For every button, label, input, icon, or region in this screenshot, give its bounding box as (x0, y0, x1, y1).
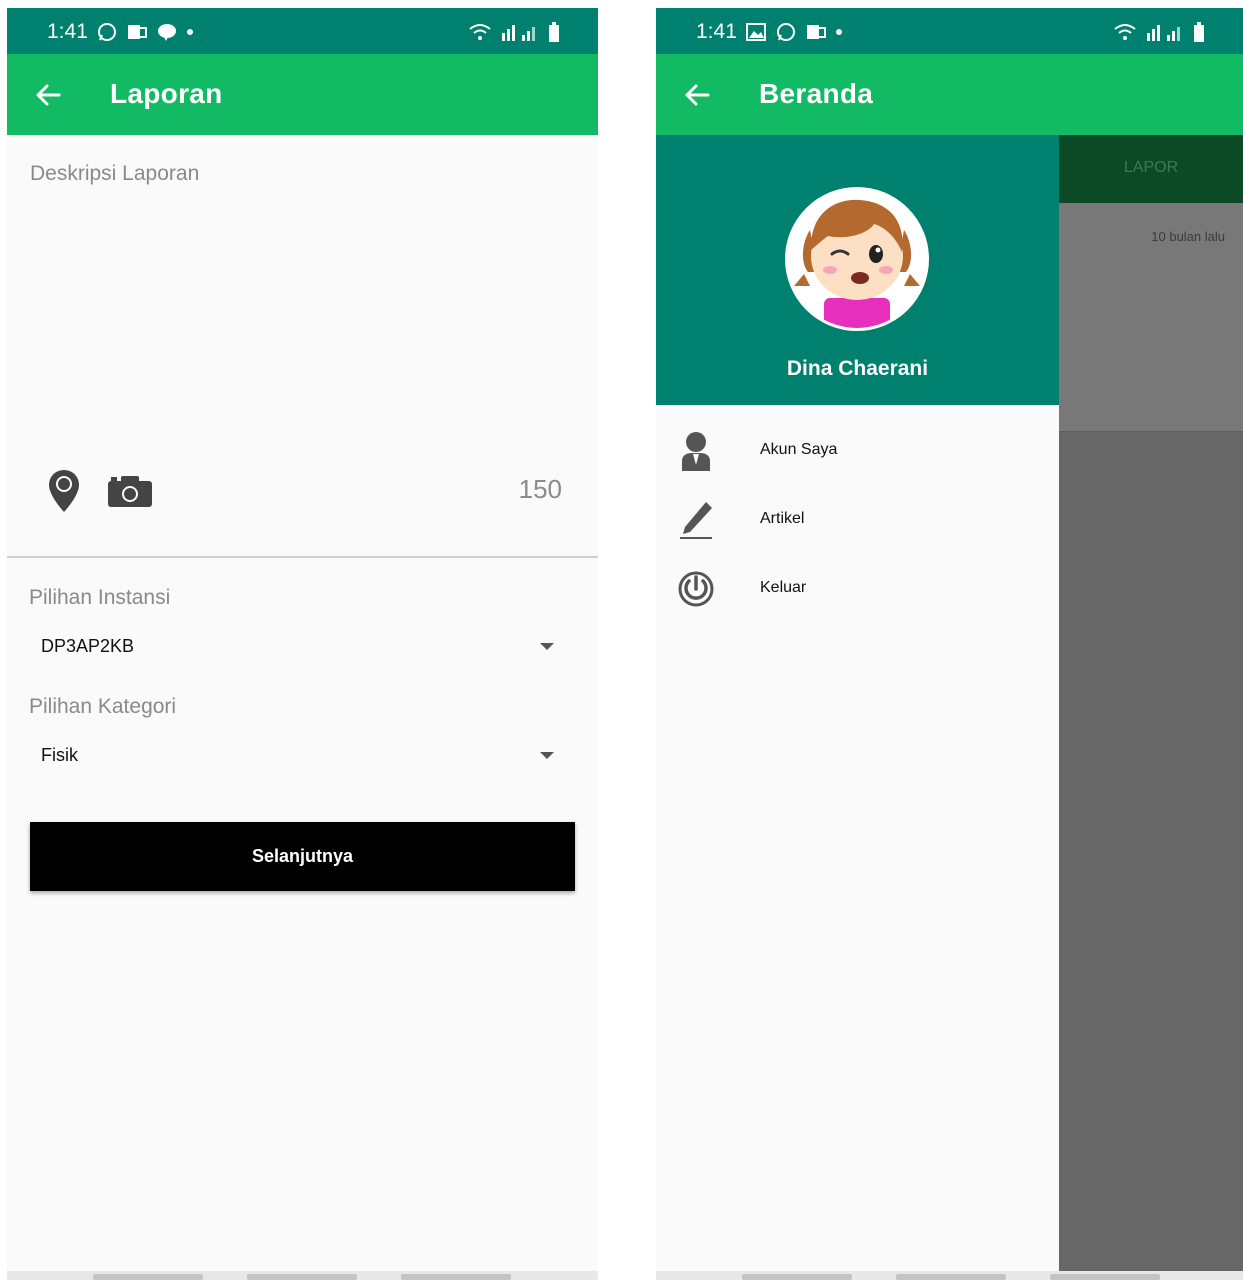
signal-icon (1147, 25, 1180, 41)
status-bar: 1:41 (656, 8, 1243, 54)
wifi-icon (1114, 24, 1136, 40)
girl-avatar-icon (788, 190, 926, 328)
more-notifications-dot (187, 29, 193, 35)
line-icon (158, 24, 176, 41)
notification-icons (97, 22, 193, 42)
system-icons (1113, 22, 1205, 42)
nav-recents-button[interactable] (742, 1274, 852, 1280)
page-title: Laporan (110, 78, 223, 109)
menu-item-artikel[interactable]: Artikel (656, 490, 1059, 550)
instansi-label: Pilihan Instansi (29, 586, 171, 609)
beranda-screen: 1:41 Beranda LAPOR 10 bulan lalu Dina Ch… (656, 8, 1243, 1280)
system-icons (468, 22, 560, 42)
character-counter: 150 (518, 474, 562, 504)
app-bar: Beranda (656, 54, 1243, 135)
nav-back-button[interactable] (1050, 1274, 1160, 1280)
nav-recents-button[interactable] (93, 1274, 203, 1280)
status-bar: 1:41 (7, 8, 598, 54)
menu-item-keluar[interactable]: Keluar (656, 559, 1059, 619)
gallery-icon (746, 23, 766, 41)
instansi-value: DP3AP2KB (41, 636, 135, 656)
wifi-icon (469, 24, 491, 40)
dropdown-caret-icon (540, 752, 554, 759)
navigation-bar (656, 1271, 1243, 1280)
nav-home-button[interactable] (247, 1274, 357, 1280)
back-arrow-icon[interactable] (33, 80, 63, 110)
laporan-screen: 1:41 Laporan Deskripsi Laporan 150 Pilih… (7, 8, 598, 1280)
kategori-label: Pilihan Kategori (29, 695, 177, 718)
more-notifications-dot (836, 29, 842, 35)
back-arrow-icon[interactable] (682, 80, 712, 110)
kategori-select[interactable]: Fisik (30, 736, 560, 780)
tab-bar: LAPOR (1059, 135, 1243, 203)
page-title: Beranda (759, 78, 874, 109)
kategori-value: Fisik (41, 745, 78, 765)
outlook-icon (128, 25, 147, 39)
signal-icon (502, 25, 535, 41)
pen-icon (680, 502, 712, 539)
battery-icon (549, 22, 559, 42)
divider (7, 556, 598, 558)
status-time: 1:41 (696, 20, 737, 43)
menu-item-label: Keluar (760, 579, 807, 596)
nav-home-button[interactable] (896, 1274, 1006, 1280)
person-icon (682, 432, 710, 471)
drawer-header: Dina Chaerani (656, 135, 1059, 405)
description-input[interactable]: Deskripsi Laporan (30, 162, 199, 186)
whatsapp-icon (777, 23, 795, 41)
nav-back-button[interactable] (401, 1274, 511, 1280)
outlook-icon (807, 25, 826, 39)
camera-icon[interactable] (107, 474, 153, 508)
navigation-bar (7, 1271, 598, 1280)
navigation-drawer: Dina Chaerani Akun Saya Artikel Keluar (656, 135, 1059, 1271)
next-button[interactable]: Selanjutnya (30, 822, 575, 891)
menu-item-label: Artikel (760, 510, 805, 527)
avatar[interactable] (785, 187, 929, 331)
instansi-select[interactable]: DP3AP2KB (30, 627, 560, 671)
background-report-card: 10 bulan lalu (1059, 203, 1243, 432)
menu-item-label: Akun Saya (760, 441, 838, 458)
location-pin-icon[interactable] (47, 468, 81, 514)
menu-item-akun-saya[interactable]: Akun Saya (656, 421, 1059, 481)
whatsapp-icon (98, 23, 116, 41)
power-icon (678, 571, 714, 607)
user-name: Dina Chaerani (786, 357, 929, 380)
status-time: 1:41 (47, 20, 88, 43)
tab-lapor[interactable]: LAPOR (1059, 159, 1243, 177)
dropdown-caret-icon (540, 643, 554, 650)
notification-icons (746, 22, 842, 42)
app-bar: Laporan (7, 54, 598, 135)
battery-icon (1194, 22, 1204, 42)
report-time-ago: 10 bulan lalu (1151, 229, 1225, 244)
